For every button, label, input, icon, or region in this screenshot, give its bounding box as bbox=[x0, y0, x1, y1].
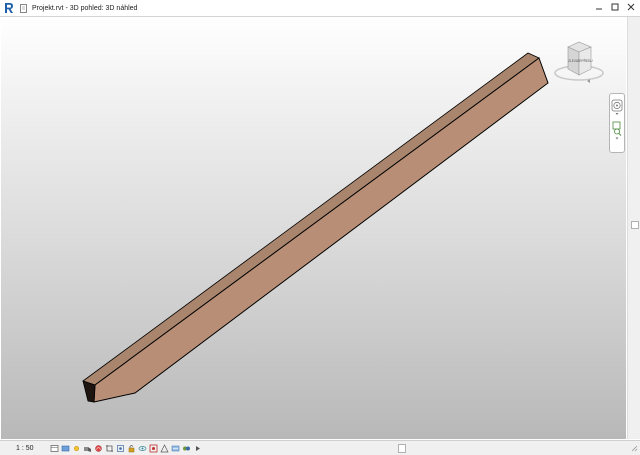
horizontal-scroll-thumb[interactable] bbox=[398, 444, 406, 453]
view-control-bar: 1 : 50 bbox=[0, 440, 640, 455]
beam-end-face bbox=[82, 380, 96, 403]
shadows-icon[interactable] bbox=[83, 444, 92, 453]
sun-path-icon[interactable] bbox=[72, 444, 81, 453]
minimize-icon[interactable] bbox=[594, 2, 604, 12]
visual-style-icon[interactable] bbox=[61, 444, 70, 453]
expand-arrow-icon[interactable] bbox=[193, 444, 202, 453]
3d-view-canvas[interactable]: ZLEVA ZEPŘEDU bbox=[1, 17, 626, 439]
show-crop-icon[interactable] bbox=[116, 444, 125, 453]
beam-top-face bbox=[82, 52, 540, 386]
beam-front-face bbox=[93, 57, 549, 403]
zoom-region-icon[interactable] bbox=[611, 121, 623, 141]
analytical-model-icon[interactable] bbox=[159, 443, 169, 453]
vertical-scroll-thumb[interactable] bbox=[631, 221, 639, 229]
render-icon[interactable] bbox=[94, 444, 103, 453]
maximize-icon[interactable] bbox=[610, 2, 620, 12]
detail-level-icon[interactable] bbox=[50, 444, 59, 453]
viewcube[interactable]: ZLEVA ZEPŘEDU bbox=[551, 39, 607, 85]
reveal-hidden-icon[interactable] bbox=[149, 444, 158, 453]
window-title: Projekt.rvt - 3D pohled: 3D náhled bbox=[32, 4, 138, 12]
resize-grip-icon[interactable] bbox=[630, 444, 638, 452]
viewcube-face-right[interactable]: ZEPŘEDU bbox=[577, 58, 593, 63]
view-scale[interactable]: 1 : 50 bbox=[16, 445, 34, 452]
navigation-bar bbox=[609, 93, 625, 153]
vertical-scrollbar[interactable] bbox=[627, 17, 640, 439]
beam-model[interactable] bbox=[1, 17, 626, 439]
highlight-displacement-icon[interactable] bbox=[171, 444, 180, 453]
temporary-hide-icon[interactable] bbox=[138, 444, 147, 453]
revit-logo-icon[interactable] bbox=[4, 2, 14, 14]
crop-view-icon[interactable] bbox=[105, 444, 114, 453]
close-icon[interactable] bbox=[626, 2, 636, 12]
worksharing-icon[interactable] bbox=[182, 444, 191, 453]
steering-wheel-icon[interactable] bbox=[611, 99, 623, 117]
title-bar: Projekt.rvt - 3D pohled: 3D náhled bbox=[0, 0, 640, 17]
unlock-3d-icon[interactable] bbox=[127, 444, 136, 453]
document-icon bbox=[20, 3, 27, 13]
